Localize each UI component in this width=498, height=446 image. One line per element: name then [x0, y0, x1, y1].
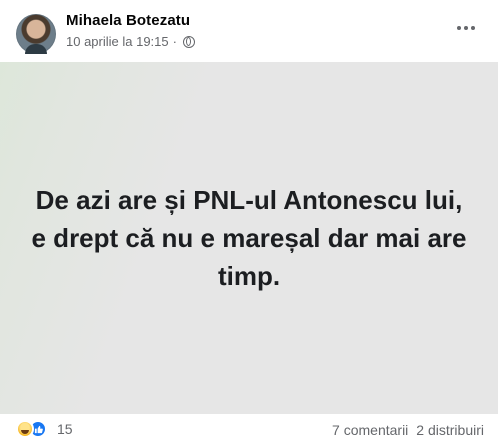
- reactions-summary[interactable]: 15: [16, 420, 73, 438]
- haha-icon: [16, 420, 34, 438]
- more-dot-icon: [464, 26, 468, 30]
- post-timestamp[interactable]: 10 aprilie la 19:15: [66, 34, 169, 49]
- post-text-background: De azi are și PNL-ul Antonescu lui, e dr…: [0, 62, 498, 414]
- avatar[interactable]: [16, 14, 56, 54]
- post-header: Mihaela Botezatu 10 aprilie la 19:15 ·: [14, 10, 484, 56]
- avatar-shirt: [25, 44, 47, 54]
- reaction-count: 15: [57, 421, 73, 437]
- post-meta: 10 aprilie la 19:15 ·: [66, 34, 195, 49]
- comments-link[interactable]: 7 comentarii: [332, 422, 408, 438]
- more-options-button[interactable]: [454, 18, 478, 38]
- shares-link[interactable]: 2 distribuiri: [416, 422, 484, 438]
- post-text: De azi are și PNL-ul Antonescu lui, e dr…: [31, 185, 467, 291]
- facebook-post: Mihaela Botezatu 10 aprilie la 19:15 · D…: [0, 0, 498, 446]
- meta-separator: ·: [172, 34, 177, 49]
- engagement-stats: 7 comentarii 2 distribuiri: [332, 422, 484, 438]
- post-footer: 15 7 comentarii 2 distribuiri: [0, 414, 498, 446]
- more-dot-icon: [457, 26, 461, 30]
- thumbs-up-icon: [34, 425, 43, 433]
- author-name[interactable]: Mihaela Botezatu: [66, 12, 190, 29]
- more-dot-icon: [471, 26, 475, 30]
- globe-icon[interactable]: [182, 35, 195, 48]
